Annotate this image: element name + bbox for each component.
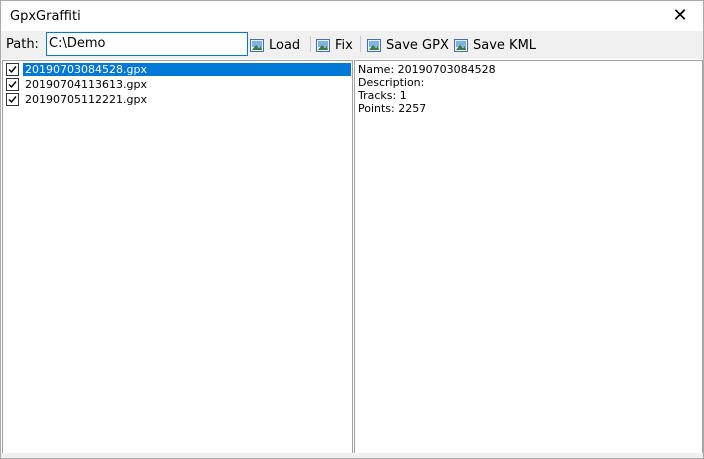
file-name: 20190703084528.gpx <box>23 63 351 76</box>
checkmark-icon <box>8 96 17 104</box>
window-title: GpxGraffiti <box>10 9 81 24</box>
toolbar-separator <box>310 36 311 52</box>
file-name: 20190705112221.gpx <box>25 93 147 106</box>
detail-tracks: Tracks: 1 <box>358 89 407 102</box>
load-button[interactable]: Load <box>250 35 300 55</box>
file-name: 20190704113613.gpx <box>25 78 147 91</box>
path-input[interactable] <box>46 32 248 56</box>
file-list[interactable]: 20190703084528.gpx 20190704113613.gpx 20… <box>2 60 353 454</box>
save-kml-label: Save KML <box>473 37 537 53</box>
checkmark-icon <box>8 81 17 89</box>
file-checkbox[interactable] <box>6 63 19 76</box>
file-list-item[interactable]: 20190704113613.gpx <box>3 77 352 92</box>
toolbar-separator <box>360 36 361 52</box>
save-kml-button[interactable]: Save KML <box>454 35 536 55</box>
image-icon <box>454 38 468 52</box>
app-window: GpxGraffiti ✕ Path: Load Fix <box>0 0 704 459</box>
close-icon[interactable]: ✕ <box>657 1 703 31</box>
path-label: Path: <box>6 37 39 52</box>
checkmark-icon <box>8 66 17 74</box>
details-text: Name: 20190703084528 Description: Tracks… <box>355 61 702 115</box>
detail-points: Points: 2257 <box>358 102 427 115</box>
status-strip <box>1 453 703 458</box>
save-gpx-label: Save GPX <box>386 37 449 53</box>
load-label: Load <box>269 37 301 53</box>
image-icon <box>316 38 330 52</box>
file-list-item[interactable]: 20190703084528.gpx <box>3 62 352 77</box>
image-icon <box>367 38 381 52</box>
title-bar[interactable]: GpxGraffiti ✕ <box>1 1 703 31</box>
details-panel: Name: 20190703084528 Description: Tracks… <box>354 60 703 454</box>
file-list-item[interactable]: 20190705112221.gpx <box>3 92 352 107</box>
detail-description: Description: <box>358 76 425 89</box>
toolbar: Path: Load Fix <box>1 31 703 59</box>
save-gpx-button[interactable]: Save GPX <box>367 35 449 55</box>
file-checkbox[interactable] <box>6 78 19 91</box>
file-checkbox[interactable] <box>6 93 19 106</box>
detail-name: Name: 20190703084528 <box>358 63 496 76</box>
fix-button[interactable]: Fix <box>316 35 353 55</box>
image-icon <box>250 38 264 52</box>
fix-label: Fix <box>335 37 353 53</box>
